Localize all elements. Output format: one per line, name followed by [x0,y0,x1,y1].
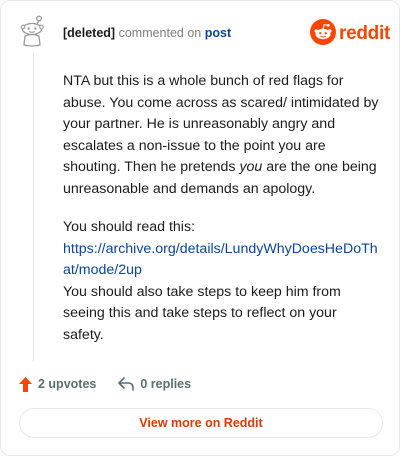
upvote-button[interactable]: 2 upvotes [19,376,97,392]
comment-body: NTA but this is a whole bunch of red fla… [63,71,381,346]
comment-header: [deleted] commented on post [63,24,231,42]
thread-line [33,53,34,361]
comment-footer: 2 upvotes 0 replies [19,374,191,394]
view-more-button[interactable]: View more on Reddit [19,408,383,438]
reply-count: 0 replies [140,377,192,391]
comment-text: You should also take steps to keep him f… [63,283,341,343]
replies-button[interactable]: 0 replies [118,377,191,391]
post-link[interactable]: post [205,26,231,40]
reddit-snoo-icon [310,18,336,50]
comment-text: You should read this: [63,219,195,235]
comment-paragraph: NTA but this is a whole bunch of red fla… [63,71,381,200]
upvote-count: 2 upvotes [38,377,97,391]
reddit-logo[interactable]: reddit [310,18,390,50]
upvote-arrow-icon [19,376,32,392]
username[interactable]: [deleted] [63,26,115,40]
reply-arrow-icon [118,377,135,391]
reddit-wordmark: reddit [339,23,390,44]
comment-link[interactable]: https://archive.org/details/LundyWhyDoes… [63,241,378,279]
deleted-user-avatar-icon [19,15,47,47]
comment-emphasis: you [239,159,263,175]
action-text: commented on [118,26,202,40]
comment-paragraph: You should read this: https://archive.org… [63,217,381,346]
comment-embed-card: [deleted] commented on post reddit NTA b… [0,0,400,456]
